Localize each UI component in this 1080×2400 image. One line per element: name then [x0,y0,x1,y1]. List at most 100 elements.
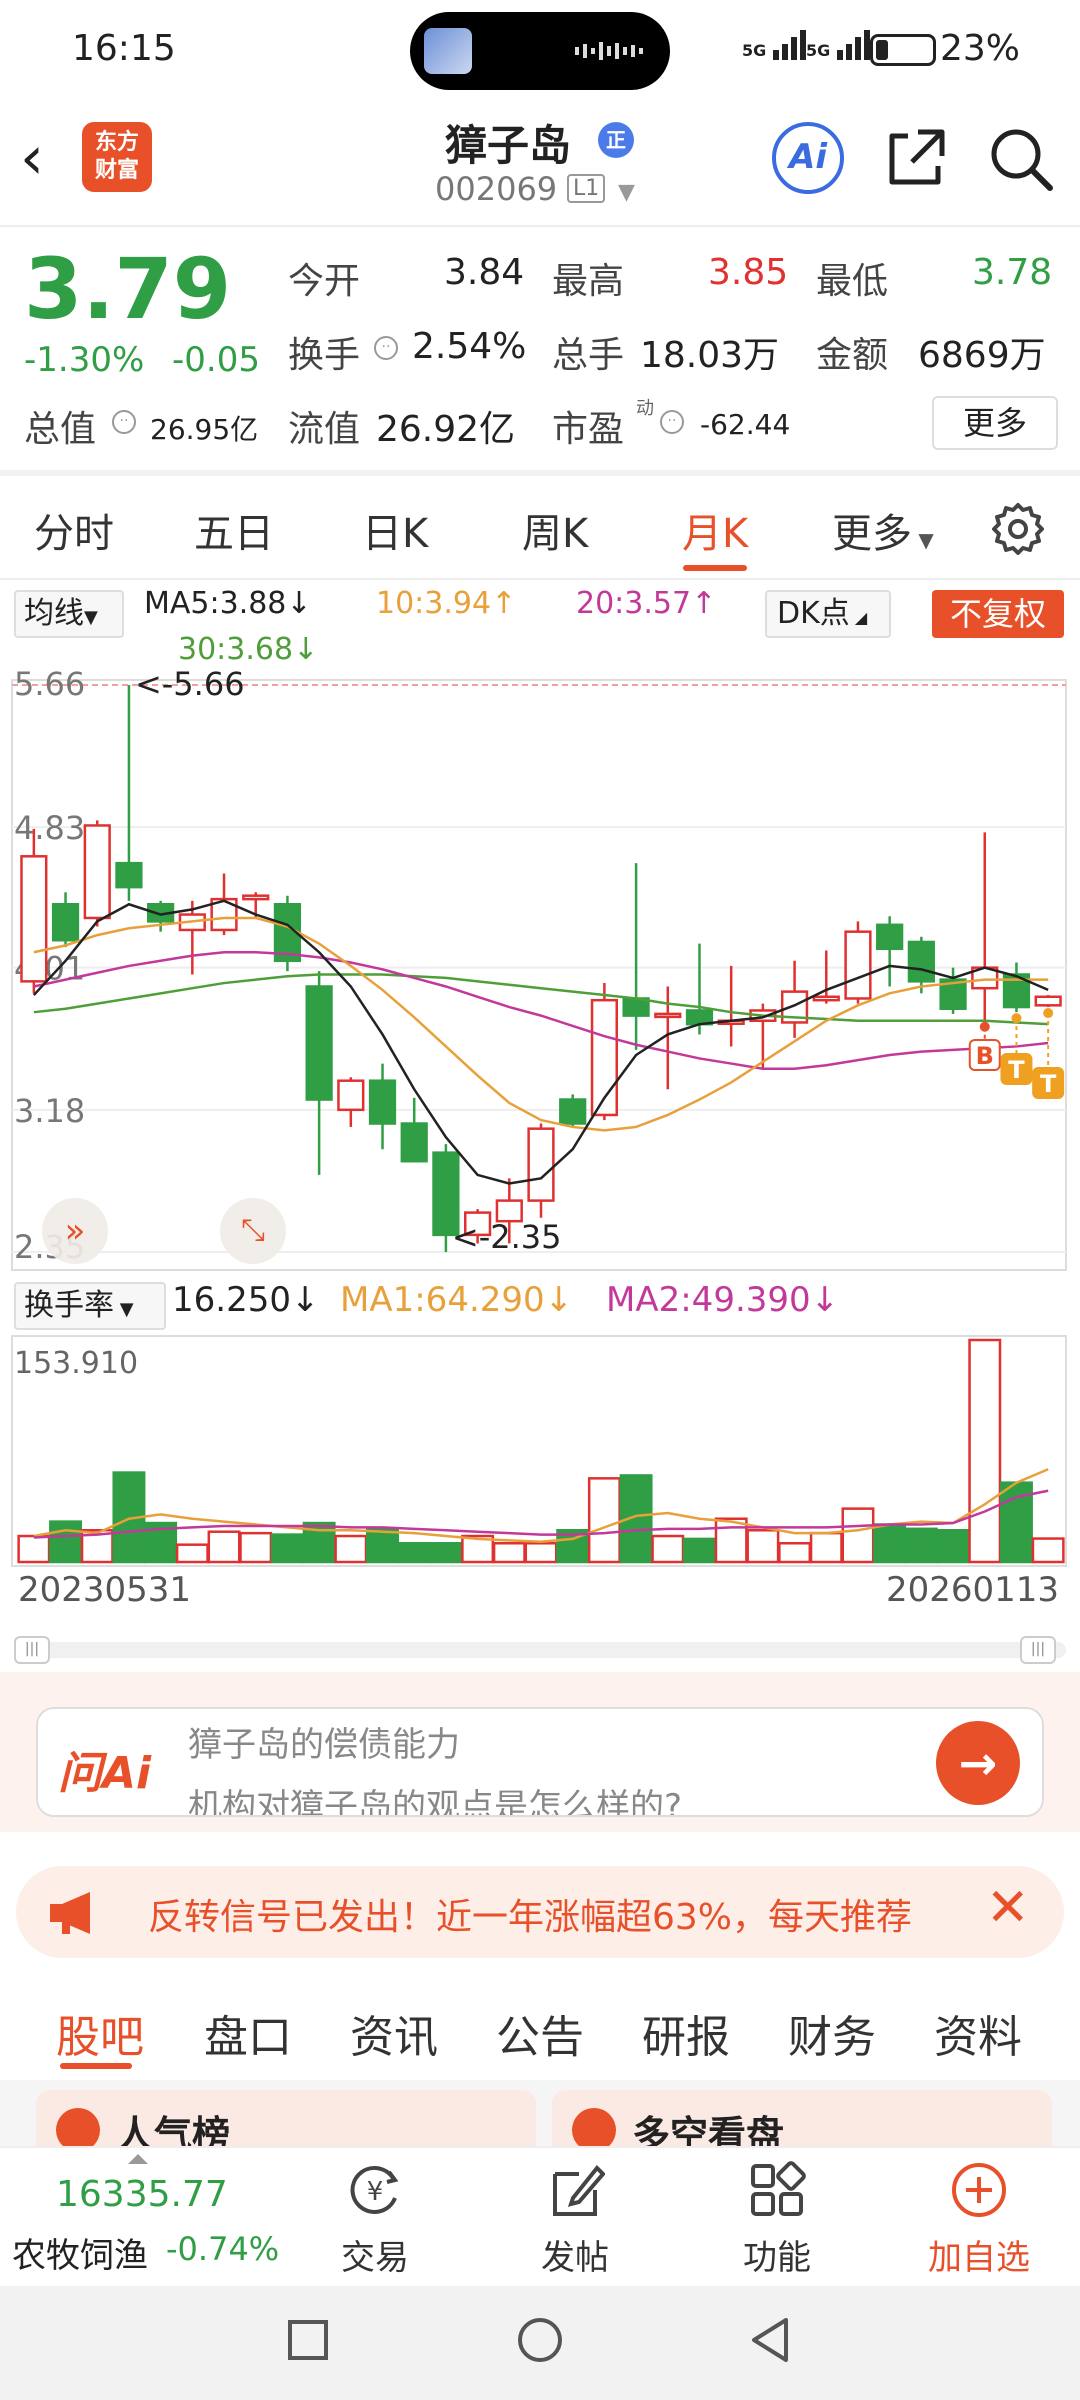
turnover-bar [334,1534,368,1564]
y-tick-label: 4.83 [14,809,85,847]
long-short-card[interactable]: 多空看盘 [552,2090,1052,2146]
turnover-bar [366,1527,399,1564]
popularity-icon [56,2108,100,2146]
caret-down-icon: ▼ [114,1299,134,1320]
ma20-line [33,950,1049,1070]
turnover-bar [841,1507,875,1564]
stock-badge: 正 [598,122,634,158]
tab-intraday[interactable]: 分时 [34,501,114,559]
back-triangle-icon[interactable] [748,2316,792,2364]
tab-guba[interactable]: 股吧 [56,2001,144,2065]
ai-question-1[interactable]: 獐子岛的偿债能力 [188,1717,460,1766]
recents-icon[interactable] [288,2320,328,2360]
popularity-card[interactable]: 人气榜 [36,2090,536,2146]
tab-daily-k[interactable]: 日K [362,501,428,559]
megaphone-icon [50,1892,90,1934]
stock-name[interactable]: 獐子岛 [445,112,571,173]
expand-sidebar-icon[interactable]: » [42,1198,108,1264]
battery-percent: 23% [940,28,1021,69]
tab-pankou[interactable]: 盘口 [204,2001,292,2065]
tab-profile[interactable]: 资料 [934,2001,1022,2065]
candle-body [527,1127,555,1202]
long-short-label: 多空看盘 [632,2113,785,2146]
tab-news[interactable]: 资讯 [350,2001,438,2065]
candle-body [242,894,270,901]
scroll-handle-right[interactable]: ||| [1020,1636,1056,1664]
turnover-bar [17,1534,51,1564]
caret-down-icon: ▼ [912,528,934,552]
tab-more-label: 更多 [832,511,912,557]
ai-assistant-button[interactable]: Ai [772,122,844,194]
stock-header: ‹ 东方 财富 獐子岛 正 002069 L1 ▼ Ai [0,100,1080,225]
signal-marker-label: T [1008,1056,1025,1084]
chevron-down-icon[interactable]: ▼ [618,180,635,205]
add-watchlist-button[interactable]: 加自选 [904,2148,1054,2288]
promo-banner[interactable]: 反转信号已发出！近一年涨幅超63%，每天推荐 ✕ [16,1866,1064,1958]
app-logo: 东方 财富 [82,122,152,192]
battery-icon [870,34,936,66]
tab-5day[interactable]: 五日 [194,501,274,559]
tab-research[interactable]: 研报 [642,2001,730,2065]
dynamic-island[interactable] [410,12,670,90]
sector-change: -0.74% [166,2230,280,2268]
trade-button[interactable]: ¥ 交易 [300,2148,450,2288]
close-icon[interactable]: ✕ [986,1878,1030,1938]
price-pct-change: -1.30% [24,340,145,380]
home-icon[interactable] [518,2318,562,2362]
ai-question-2[interactable]: 机构对獐子岛的观点是怎么样的? [188,1779,682,1815]
high-value: 3.85 [708,252,789,293]
candle-body [115,861,143,889]
tab-announcements[interactable]: 公告 [496,2001,584,2065]
arrow-right-icon[interactable]: → [936,1721,1020,1805]
turnover-label: 换手 [288,335,361,376]
back-icon[interactable]: ‹ [20,128,44,188]
plus-circle-icon [952,2163,1006,2217]
info-icon[interactable]: ·· [112,410,136,434]
turnover-bar [524,1541,558,1564]
turnover-bar [239,1531,273,1564]
tab-weekly-k[interactable]: 周K [522,501,588,559]
ai-question-box[interactable]: 问Ai 獐子岛的偿债能力 机构对獐子岛的观点是怎么样的? → [36,1707,1044,1817]
add-watchlist-label: 加自选 [928,2238,1030,2278]
kline-chart[interactable]: 5.664.834.013.182.35 <-5.66<-2.35BTT [0,580,1080,1650]
bottom-toolbar: 16335.77 农牧饲渔 -0.74% ¥ 交易 发帖 功能 加自选 [0,2146,1080,2286]
min-price-marker: <-2.35 [452,1218,562,1256]
popularity-label: 人气榜 [116,2113,231,2146]
turnover-bar [175,1543,209,1564]
signal-1: 5G [742,28,811,60]
yuan-exchange-icon: ¥ [350,2165,399,2214]
settings-gear-icon[interactable] [990,501,1046,557]
svg-text:¥: ¥ [367,2177,384,2207]
indicator-selector[interactable]: 换手率 ▼ [14,1282,166,1330]
turnover-bar [429,1541,463,1564]
caret-up-icon[interactable] [128,2154,148,2164]
tab-finance[interactable]: 财务 [788,2001,876,2065]
pe-dynamic-sup: 动 [636,398,654,419]
share-icon[interactable] [884,126,948,190]
feature-cards: 人气榜 多空看盘 [0,2080,1080,2146]
indicator-value: 16.250↓ [172,1280,320,1320]
sector-name[interactable]: 农牧饲渔 [12,2228,148,2277]
candle-body [844,930,872,1000]
sector-index-value[interactable]: 16335.77 [56,2174,228,2215]
post-button[interactable]: 发帖 [500,2148,650,2288]
mktcap-value: 26.95亿 [150,413,259,446]
fullscreen-icon[interactable]: ⤡ [220,1198,286,1264]
chart-scrollbar[interactable] [14,1642,1066,1658]
scroll-handle-left[interactable]: ||| [14,1636,50,1664]
mktcap-label: 总值 [24,409,97,450]
more-quote-button[interactable]: 更多 [932,396,1058,450]
tab-monthly-k[interactable]: 月K [682,501,748,559]
tab-more[interactable]: 更多 ▼ [832,501,934,559]
functions-button[interactable]: 功能 [702,2148,852,2288]
turnover-bar [746,1529,780,1564]
banner-text[interactable]: 反转信号已发出！近一年涨幅超63%，每天推荐 [148,1888,978,1940]
low-value: 3.78 [972,252,1053,293]
info-icon[interactable]: ·· [660,410,684,434]
level-badge[interactable]: L1 [567,174,606,203]
search-icon[interactable] [988,126,1054,192]
indicator-ma1: MA1:64.290↓ [340,1280,574,1320]
content-tabs: 股吧 盘口 资讯 公告 研报 财务 资料 [0,1975,1080,2075]
info-icon[interactable]: ·· [374,336,398,360]
candle-body [368,1079,397,1125]
